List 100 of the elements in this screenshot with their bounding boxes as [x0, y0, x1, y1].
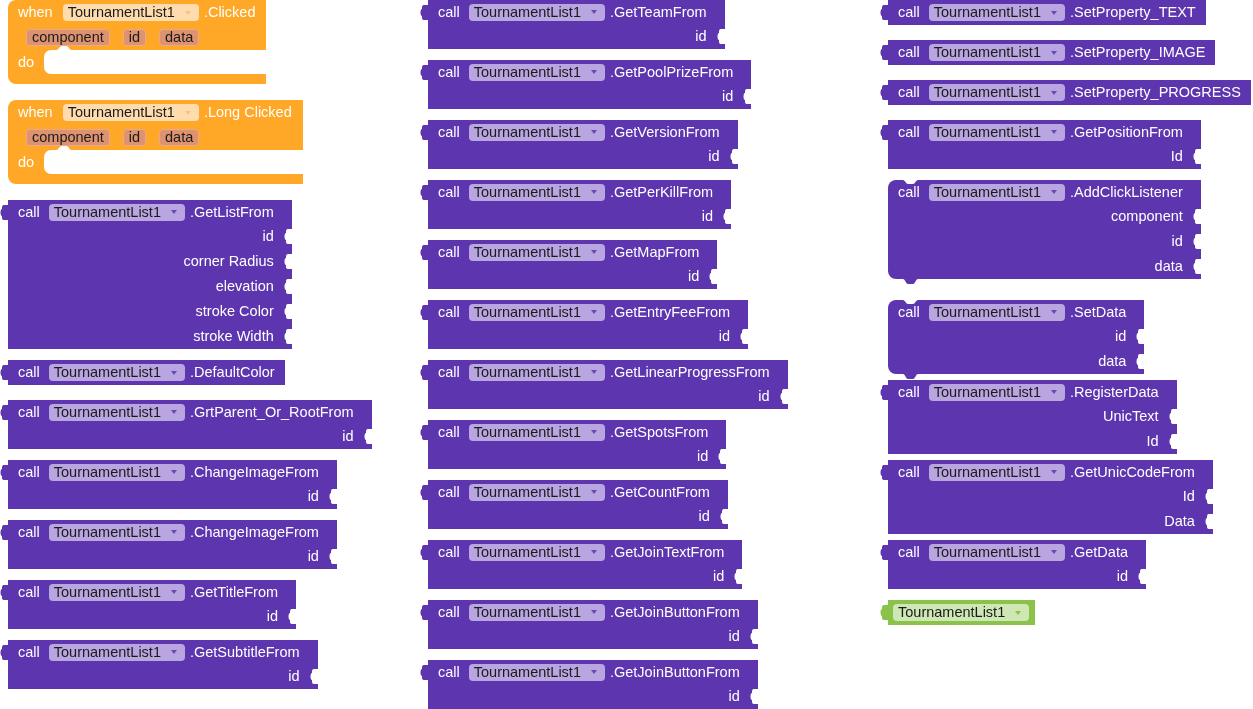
call-block[interactable]: call TournamentList1 .GrtParent_Or_RootFrom id [8, 400, 372, 449]
method-name: .GetJoinButtonFrom [609, 604, 740, 620]
call-keyword: call [438, 244, 460, 260]
component-dropdown[interactable]: TournamentList1 [48, 364, 185, 381]
call-block[interactable]: call TournamentList1 .SetProperty_PROGRESS [888, 80, 1251, 105]
component-dropdown[interactable]: TournamentList1 [468, 543, 605, 561]
component-dropdown[interactable]: TournamentList1 [48, 463, 185, 481]
event-name: .Long Clicked [203, 105, 292, 120]
call-keyword: call [898, 304, 920, 320]
parameter-chip: data [159, 29, 200, 46]
input-label: Id [1182, 489, 1195, 504]
component-dropdown[interactable]: TournamentList1 [928, 123, 1065, 141]
call-block[interactable]: call TournamentList1 .GetJoinButtonFrom id [428, 600, 758, 649]
when-keyword: when [18, 105, 53, 120]
component-dropdown[interactable]: TournamentList1 [468, 3, 605, 21]
input-label: id [1115, 329, 1127, 344]
puzzle-socket-icon [328, 489, 337, 504]
call-block[interactable]: call TournamentList1 .GetMapFrom id [428, 240, 718, 289]
method-name: .AddClickListener [1069, 184, 1183, 200]
call-block[interactable]: call TournamentList1 .GetTeamFrom id [428, 0, 725, 49]
component-dropdown[interactable]: TournamentList1 [468, 243, 605, 261]
call-block[interactable]: call TournamentList1 .AddClickListener component id data [888, 180, 1201, 279]
call-block[interactable]: call TournamentList1 .ChangeImageFrom id [8, 460, 337, 509]
puzzle-socket-icon [1192, 234, 1201, 249]
input-label: id [307, 489, 319, 504]
component-dropdown[interactable]: TournamentList1 [48, 403, 185, 421]
dropdown-caret-icon [1050, 50, 1057, 55]
puzzle-socket-icon [718, 449, 727, 464]
call-keyword: call [898, 384, 920, 400]
call-block[interactable]: call TournamentList1 .GetSpotsFrom id [428, 420, 727, 469]
puzzle-socket-icon [283, 229, 292, 244]
component-dropdown[interactable]: TournamentList1 [48, 583, 185, 601]
dropdown-caret-icon [1050, 90, 1057, 95]
method-name: .GetVersionFrom [609, 124, 720, 140]
call-block[interactable]: call TournamentList1 .GetData id [888, 540, 1146, 589]
component-dropdown[interactable]: TournamentList1 [468, 483, 605, 501]
component-dropdown[interactable]: TournamentList1 [62, 4, 199, 21]
component-dropdown[interactable]: TournamentList1 [468, 303, 605, 321]
call-block[interactable]: call TournamentList1 .GetJoinButtonFrom id [428, 660, 758, 709]
call-keyword: call [18, 204, 40, 220]
dropdown-caret-icon [1050, 390, 1057, 394]
call-block[interactable]: call TournamentList1 .SetProperty_TEXT [888, 0, 1206, 25]
dropdown-caret-icon [1050, 550, 1057, 554]
component-dropdown[interactable]: TournamentList1 [48, 203, 185, 221]
call-block[interactable]: call TournamentList1 .GetPositionFrom Id [888, 120, 1201, 169]
puzzle-socket-icon [743, 89, 752, 104]
call-block[interactable]: call TournamentList1 .GetPerKillFrom id [428, 180, 732, 229]
method-name: .GetData [1069, 544, 1128, 560]
dropdown-caret-icon [590, 250, 597, 254]
component-dropdown[interactable]: TournamentList1 [928, 463, 1065, 481]
puzzle-socket-icon [729, 149, 738, 164]
input-label: UnicText [1103, 409, 1159, 424]
component-dropdown[interactable]: TournamentList1 [48, 523, 185, 541]
component-dropdown[interactable]: TournamentList1 [468, 663, 605, 681]
component-dropdown[interactable]: TournamentList1 [928, 44, 1065, 61]
puzzle-tab-icon [420, 245, 428, 260]
puzzle-socket-icon [1168, 409, 1177, 424]
method-name: .GetPositionFrom [1069, 124, 1183, 140]
component-dropdown[interactable]: TournamentList1 [928, 303, 1065, 321]
component-dropdown[interactable]: TournamentList1 [468, 183, 605, 201]
method-name: .RegisterData [1069, 384, 1159, 400]
call-block[interactable]: call TournamentList1 .GetListFrom id corner Radius elevation stroke Color stroke Width [8, 200, 292, 349]
component-dropdown[interactable]: TournamentList1 [893, 604, 1030, 621]
component-dropdown[interactable]: TournamentList1 [468, 363, 605, 381]
component-dropdown[interactable]: TournamentList1 [468, 63, 605, 81]
input-label: component [1111, 209, 1183, 224]
call-block[interactable]: call TournamentList1 .GetJoinTextFrom id [428, 540, 743, 589]
method-name: .ChangeImageFrom [189, 524, 319, 540]
component-dropdown[interactable]: TournamentList1 [468, 423, 605, 441]
puzzle-tab-icon [880, 45, 888, 60]
call-block[interactable]: call TournamentList1 .GetSubtitleFrom id [8, 640, 318, 689]
call-block[interactable]: call TournamentList1 .DefaultColor [8, 360, 285, 385]
call-block[interactable]: call TournamentList1 .GetEntryFeeFrom id [428, 300, 749, 349]
puzzle-socket-icon [1138, 569, 1146, 584]
component-dropdown[interactable]: TournamentList1 [48, 643, 185, 661]
component-dropdown[interactable]: TournamentList1 [928, 543, 1065, 561]
dropdown-caret-icon [590, 370, 597, 374]
puzzle-socket-icon [740, 329, 749, 344]
call-block[interactable]: call TournamentList1 .SetProperty_IMAGE [888, 40, 1216, 65]
call-keyword: call [18, 644, 40, 660]
call-block[interactable]: call TournamentList1 .GetLinearProgressFrom id [428, 360, 788, 409]
call-block[interactable]: call TournamentList1 .GetCountFrom id [428, 480, 728, 529]
puzzle-tab-icon [0, 525, 8, 540]
call-block[interactable]: call TournamentList1 .ChangeImageFrom id [8, 520, 337, 569]
call-keyword: call [438, 124, 460, 140]
component-dropdown[interactable]: TournamentList1 [468, 603, 605, 621]
call-block[interactable]: call TournamentList1 .GetPoolPrizeFrom id [428, 60, 752, 109]
component-dropdown[interactable]: TournamentList1 [62, 104, 199, 121]
component-dropdown[interactable]: TournamentList1 [928, 183, 1065, 201]
component-block[interactable]: TournamentList1 [888, 600, 1036, 625]
puzzle-tab-icon [420, 665, 428, 680]
call-block[interactable]: call TournamentList1 .GetTitleFrom id [8, 580, 297, 629]
input-label: id [758, 389, 770, 404]
puzzle-tab-icon [0, 645, 8, 660]
component-dropdown[interactable]: TournamentList1 [928, 84, 1065, 101]
component-dropdown[interactable]: TournamentList1 [468, 123, 605, 141]
call-block[interactable]: call TournamentList1 .GetVersionFrom id [428, 120, 738, 169]
component-dropdown[interactable]: TournamentList1 [928, 383, 1065, 401]
component-dropdown[interactable]: TournamentList1 [928, 4, 1065, 21]
dropdown-caret-icon [170, 650, 177, 654]
